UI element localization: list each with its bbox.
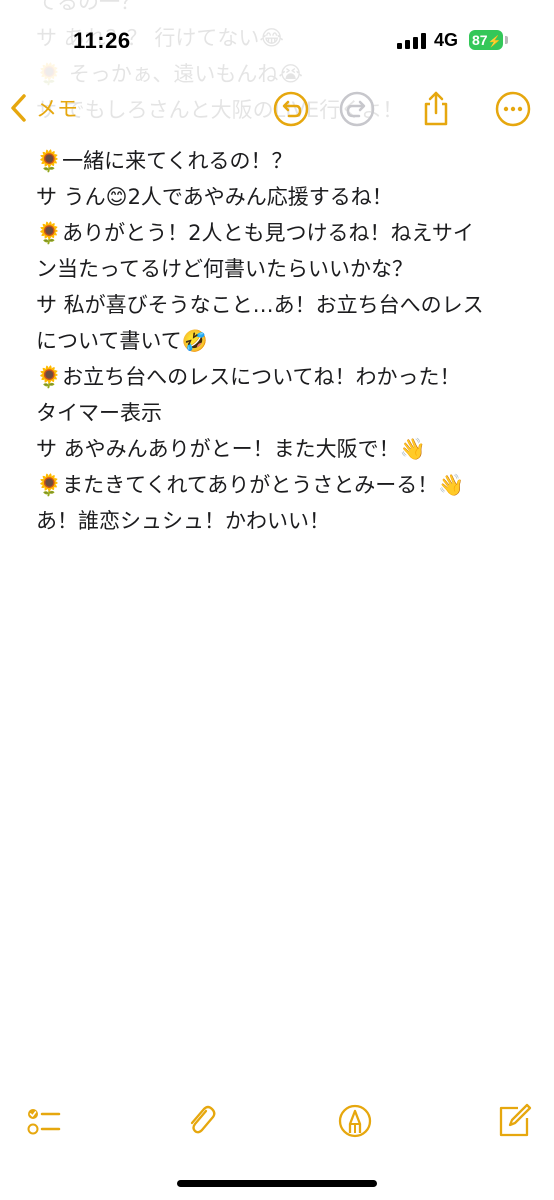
compose-icon[interactable] [496, 1103, 532, 1139]
note-line: ン当たってるけど何書いたらいいかな？ [36, 257, 413, 281]
note-line: サ うん😊2人であやみん応援するね！ [36, 185, 393, 209]
home-indicator[interactable] [177, 1180, 377, 1187]
share-icon[interactable] [417, 90, 455, 128]
battery-level: 87 [472, 32, 488, 48]
redo-icon[interactable] [338, 90, 376, 128]
markup-icon[interactable] [337, 1103, 373, 1139]
battery-icon: 87⚡ [469, 30, 503, 50]
back-label: メモ [36, 97, 78, 121]
checklist-icon[interactable] [26, 1103, 62, 1139]
note-line: 🌻ありがとう！2人とも見つけるね！ねえサイ [36, 221, 474, 245]
cellular-signal-icon [397, 33, 427, 49]
undo-icon[interactable] [272, 90, 310, 128]
note-line: サ 私が喜びそうなこと…あ！お立ち台へのレス [36, 293, 484, 317]
status-time: 11:26 [73, 28, 131, 53]
chevron-left-icon [11, 94, 26, 122]
bottom-toolbar [0, 1095, 554, 1155]
nav-bar: メモ [0, 80, 554, 140]
network-type: 4G [434, 30, 459, 50]
note-line: 🌻またきてくれてありがとうさとみーる！👋 [36, 473, 465, 497]
note-line: 🌻一緒に来てくれるの！？ [36, 149, 293, 173]
note-line: サ あやみんありがとー！また大阪で！👋 [36, 437, 426, 461]
battery-tip [505, 36, 508, 44]
note-line: タイマー表示 [36, 401, 162, 425]
note-line: 🌻お立ち台へのレスについてね！わかった！ [36, 365, 461, 389]
attachment-icon[interactable] [184, 1103, 220, 1139]
note-line: について書いて🤣 [36, 329, 208, 353]
status-bar: 11:26 4G 87⚡ [0, 0, 554, 80]
note-line: あ！誰恋シュシュ！かわいい！ [36, 509, 330, 533]
note-body[interactable]: 🌻一緒に来てくれるの！？ サ うん😊2人であやみん応援するね！ 🌻ありがとう！2… [36, 143, 536, 539]
back-button[interactable]: メモ [10, 88, 78, 128]
more-icon[interactable] [494, 90, 532, 128]
